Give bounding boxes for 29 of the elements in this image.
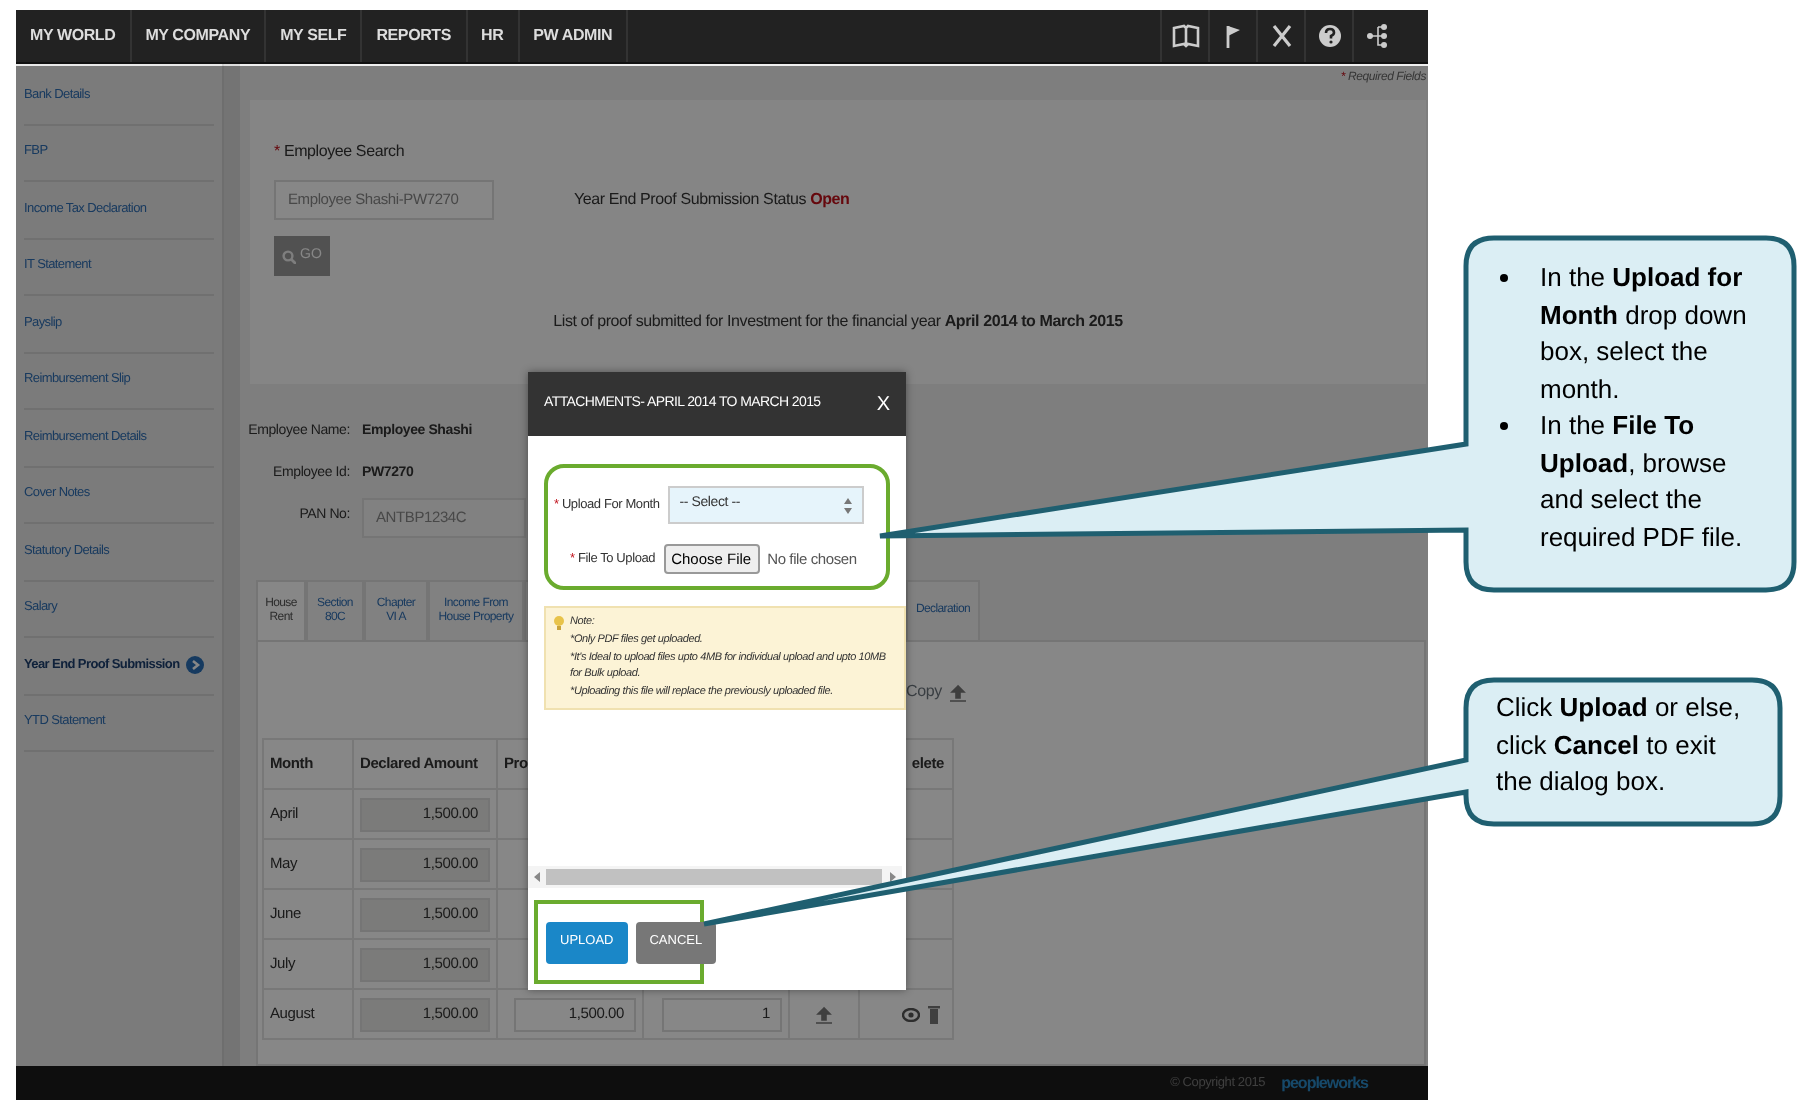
menu-item[interactable]: REPORTS	[362, 10, 467, 62]
bullet-icon	[1500, 274, 1508, 282]
menu-item[interactable]: MY SELF	[266, 10, 363, 62]
search-icon	[282, 249, 296, 263]
help-icon[interactable]	[1315, 22, 1343, 50]
updown-arrow-icon	[843, 497, 852, 513]
share-icon[interactable]	[1363, 22, 1391, 50]
field-label: * Employee Search	[274, 140, 405, 164]
submission-status: Year End Proof Submission Status Open	[574, 188, 850, 212]
bullet-icon	[1500, 422, 1508, 430]
callout-text: Click Upload or else, click Cancel to exit the dialog box.	[1496, 690, 1743, 800]
book-icon[interactable]	[1171, 22, 1199, 50]
menu-item[interactable]: HR	[467, 10, 520, 62]
summary-text: List of proof submitted for Investment for the financial year April 2014 to March 2015	[553, 312, 1123, 330]
copy-link[interactable]: Copy	[906, 680, 942, 704]
tools-icon[interactable]	[1267, 22, 1295, 50]
close-button[interactable]: X	[876, 389, 890, 419]
eye-icon	[902, 1007, 920, 1021]
callout-text: In the Upload for Month drop down box, select the month.	[1540, 260, 1749, 407]
brand-logo: peopleworks	[1281, 1071, 1368, 1095]
menu-item[interactable]: MY WORLD	[16, 10, 132, 62]
bulb-icon	[554, 616, 564, 630]
upload-icon	[816, 1005, 832, 1024]
arrow-circle-icon	[185, 656, 204, 675]
trash-icon	[928, 1004, 940, 1024]
menu-item[interactable]: PW ADMIN	[519, 10, 629, 62]
menu-item[interactable]: MY COMPANY	[131, 10, 267, 62]
upload-icon	[949, 683, 966, 701]
callout-text: In the File To Upload, browse and select the required PDF file.	[1540, 408, 1745, 556]
